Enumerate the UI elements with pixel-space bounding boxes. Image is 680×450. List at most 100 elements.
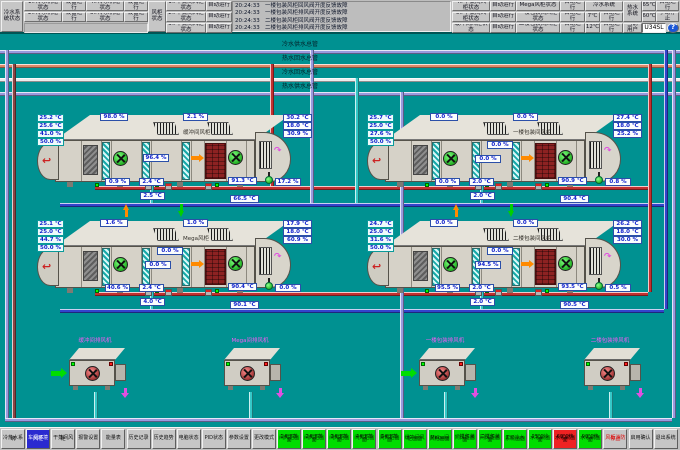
ahu-status-value: 自动运行 xyxy=(490,23,516,33)
water-temp-readout: 2.0 ℃ xyxy=(470,298,495,306)
chiller-status-button[interactable]: 3#冷水机组状态 xyxy=(86,12,124,22)
outlet-curl-arrow-icon: ↷ xyxy=(274,253,282,262)
fan-icon xyxy=(228,150,243,165)
ahu-name-label: 二楼包装间风柜 xyxy=(513,234,552,242)
valve-icon[interactable] xyxy=(265,172,273,184)
alarm-row[interactable]: 20:24:33一楼包装风柜排风阀开度反馈故障 xyxy=(233,10,450,17)
bottom-nav-button[interactable]: 历史记录 xyxy=(127,429,151,449)
ahu-status-button[interactable]: Mega风柜状态 xyxy=(516,1,560,11)
bottom-nav-button[interactable]: 7℃冷水系统画面 xyxy=(503,429,527,449)
ahu-status-button[interactable]: 一楼包装间风柜状态 xyxy=(516,12,560,22)
internal-readout: 0.0 % xyxy=(157,247,183,255)
supply-air-readout: 27.4 ℃ xyxy=(613,114,642,122)
bottom-nav-button[interactable]: 风柜消防停止 xyxy=(603,429,627,449)
bottom-nav-button[interactable]: 启用确认 xyxy=(629,429,653,449)
valve-position-readout: 17.2 % xyxy=(275,178,301,186)
damper-readout: 0.0 % xyxy=(513,219,538,227)
hot-water-mode-button[interactable]: 手动停止 xyxy=(656,12,679,22)
panel-divider xyxy=(226,141,227,181)
panel-divider xyxy=(441,247,442,287)
chilled-water-temp: 12℃ xyxy=(585,23,600,33)
bottom-nav-button[interactable]: 退出系统 xyxy=(654,429,678,449)
bottom-nav-button[interactable]: 更改模式 xyxy=(252,429,276,449)
bottom-nav-button[interactable]: 冷热水系统 xyxy=(1,429,25,449)
chiller-status-button[interactable]: 4#冷水机组状态 xyxy=(86,1,124,11)
return-air-readout: 50.0 % xyxy=(37,138,64,146)
current-user-box[interactable]: U34SL xyxy=(642,23,666,33)
status-indicator xyxy=(215,183,219,187)
panel-divider xyxy=(81,141,82,181)
panel-divider xyxy=(111,141,112,181)
valve-icon[interactable] xyxy=(265,278,273,290)
return-air-arrow-icon: ↩ xyxy=(372,261,381,272)
chilled-water-mode-button[interactable]: 自动运行 xyxy=(600,23,623,33)
ahu-status-button[interactable]: 5#干蒸间风柜状态 xyxy=(452,12,490,22)
bottom-nav-button[interactable]: 报警设置 xyxy=(76,429,100,449)
bottom-nav-button[interactable]: 能量表 xyxy=(101,429,125,449)
pipe-horizontal xyxy=(0,64,680,68)
bottom-nav-button[interactable]: 缓冲间风柜画面 xyxy=(403,429,427,449)
hot-water-temp-readout: 91.3 ℃ xyxy=(228,177,257,185)
bottom-nav-button[interactable]: 1#干蒸间风柜画面 xyxy=(277,429,301,449)
hot-water-temp-readout: 90.5 ℃ xyxy=(560,301,589,309)
damper-readout: 95.5 % xyxy=(435,284,460,292)
ahu-status-button[interactable]: 3#干蒸间风柜状态 xyxy=(166,23,206,33)
bottom-nav-button[interactable]: 车间环境风柜 xyxy=(26,429,50,449)
fan-leg xyxy=(588,386,593,390)
ahu-unit[interactable]: ↩↷缓冲间风柜25.2 ℃25.6 ℃41.0 %50.0 %98.0 %2.1… xyxy=(55,112,345,212)
bottom-nav-button[interactable]: 历史趋势 xyxy=(152,429,176,449)
ahu-status-button[interactable]: 2#干蒸间风柜状态 xyxy=(166,12,206,22)
supply-air-readout: 18.0 ℃ xyxy=(613,228,642,236)
bottom-nav-button[interactable]: 4#干蒸间风柜画面 xyxy=(352,429,376,449)
bottom-nav-button[interactable]: PID状态 xyxy=(202,429,226,449)
ahu-unit[interactable]: ↩↷Mega风柜25.1 ℃25.0 ℃44.7 %50.0 %1.6 %1.0… xyxy=(55,218,345,318)
bottom-nav-button[interactable]: 60℃热水系统画面 xyxy=(553,429,577,449)
chiller-status-button[interactable]: 2#冷水机组状态 xyxy=(24,12,62,22)
valve-position-readout: 0.0 % xyxy=(275,284,301,292)
exhaust-fan-unit[interactable]: 缓冲间排风机 xyxy=(55,336,135,406)
bottom-nav-button[interactable]: 一楼包装间风柜画面 xyxy=(453,429,477,449)
chilled-water-mode-button[interactable]: 自动运行 xyxy=(600,12,623,22)
ahu-outlet-end: ↷ xyxy=(585,132,621,182)
ahu-unit[interactable]: ↩↷一楼包装间风柜25.7 ℃25.0 ℃27.6 %50.0 %0.0 %0.… xyxy=(385,112,675,212)
exhaust-fan-unit[interactable]: 二楼包装排风机 xyxy=(570,336,650,406)
alarm-row[interactable]: 20:24:33二楼包装风柜回风阀开度反馈故障 xyxy=(233,18,450,25)
ahu-status-button[interactable]: 二楼包装间风柜状态 xyxy=(516,23,560,33)
internal-readout: 0.0 % xyxy=(475,155,501,163)
alarm-time: 20:24:33 xyxy=(235,10,260,17)
arrow-stem xyxy=(521,262,529,266)
bottom-nav-button[interactable]: 二楼包装间风柜画面 xyxy=(478,429,502,449)
bottom-nav-button[interactable]: 电脑状态 xyxy=(177,429,201,449)
bottom-nav-button[interactable]: Mega间风柜画面 xyxy=(428,429,452,449)
fan-roof xyxy=(584,348,640,360)
sensor-icon xyxy=(205,289,212,296)
bottom-nav-button[interactable]: 3#干蒸间风柜画面 xyxy=(327,429,351,449)
fan-icon xyxy=(558,150,573,165)
ahu-unit[interactable]: ↩↷二楼包装间风柜24.7 ℃25.0 ℃31.6 %50.0 %0.0 %0.… xyxy=(385,218,675,318)
status-indicator xyxy=(71,362,75,366)
bottom-nav-button[interactable]: 90℃热水系统画面 xyxy=(578,429,602,449)
valve-icon[interactable] xyxy=(595,278,603,290)
valve-icon[interactable] xyxy=(595,172,603,184)
valve-ball xyxy=(265,176,273,184)
bottom-nav-button[interactable]: 25℃冷水系统画面 xyxy=(528,429,552,449)
bottom-nav-button[interactable]: 2#干蒸间风柜画面 xyxy=(302,429,326,449)
ahu-outlet-end: ↷ xyxy=(255,238,291,288)
alarm-row[interactable]: 20:24:33二楼包装风柜排风阀开度反馈故障 xyxy=(233,25,450,32)
chiller-status-button[interactable]: 1#冷水机组状态 xyxy=(24,1,62,11)
inlet-arrow-icon xyxy=(401,368,417,378)
help-icon[interactable]: ? xyxy=(667,23,679,33)
ahu-status-button[interactable]: 4#干蒸间风柜状态 xyxy=(452,1,490,11)
ahu-status-button[interactable]: 缓冲间风柜状态 xyxy=(452,23,490,33)
hot-water-mode-button[interactable]: 自动运行 xyxy=(656,1,679,11)
ahu-outlet-end: ↷ xyxy=(585,238,621,288)
bottom-nav-button[interactable]: 参数设置 xyxy=(227,429,251,449)
alarm-list[interactable]: 20:24:33一楼包装风柜回风阀开度反馈故障20:24:33一楼包装风柜排风阀… xyxy=(232,1,451,32)
exhaust-fan-unit[interactable]: 一楼包装排风机 xyxy=(405,336,485,406)
filter-panel xyxy=(102,142,110,180)
bottom-nav-button[interactable]: 5#干蒸间风柜画面 xyxy=(378,429,402,449)
bottom-nav-button[interactable]: 干蒸间风柜 xyxy=(51,429,75,449)
alarm-row[interactable]: 20:24:33一楼包装风柜回风阀开度反馈故障 xyxy=(233,3,450,10)
exhaust-fan-unit[interactable]: Mega间排风机 xyxy=(210,336,290,406)
ahu-status-button[interactable]: 1#干蒸间风柜状态 xyxy=(166,1,206,11)
